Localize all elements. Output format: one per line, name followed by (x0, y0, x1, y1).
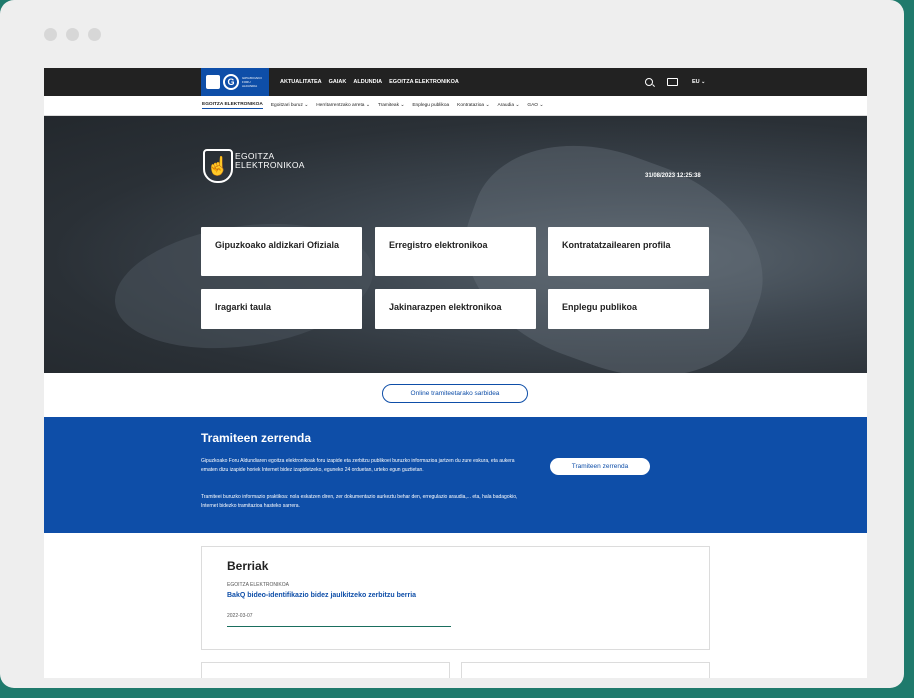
news-title: Berriak (227, 559, 269, 573)
window-dot-minimize[interactable] (66, 28, 79, 41)
g-logo-icon: G (223, 74, 239, 90)
chevron-down-icon: ⌄ (399, 103, 405, 108)
card-erregistro[interactable]: Erregistro elektronikoa (375, 227, 536, 276)
subnav-item[interactable]: GAO ⌄ (527, 103, 543, 108)
subnav-item-label: EGOITZA ELEKTRONIKOA (202, 102, 263, 107)
subnav-item[interactable]: EGOITZA ELEKTRONIKOA (202, 102, 263, 109)
subnav-item-label: Enplegu publikoa (412, 103, 450, 108)
main-nav: AKTUALITATEA GAIAK ALDUNDIA EGOITZA ELEK… (280, 68, 459, 96)
subnav-item[interactable]: Tramiteak ⌄ (378, 103, 405, 108)
online-access-button[interactable]: Online tramiteetarako sarbidea (382, 384, 528, 403)
content-card (461, 662, 710, 678)
chevron-down-icon: ⌄ (514, 103, 520, 108)
subnav-item-label: GAO (527, 103, 539, 108)
search-icon[interactable] (645, 78, 653, 86)
subnav-item-label: Kontratazioa (457, 103, 485, 108)
nav-item-aktualitatea[interactable]: AKTUALITATEA (280, 79, 322, 85)
subnav-item[interactable]: Enplegu publikoa (412, 103, 449, 108)
sub-nav-items: EGOITZA ELEKTRONIKOA Egoitzari buruz ⌄ Her… (202, 96, 543, 115)
subnav-item-label: Herritarrentzako arreta (316, 103, 365, 108)
section-paragraph: Tramiteei buruzko informazio praktikoa: … (201, 494, 518, 509)
datetime-display: 31/08/2023 12:25:38 (645, 173, 701, 179)
subnav-item[interactable]: Egoitzari buruz ⌄ (271, 103, 308, 108)
page-viewport: G GIPUZKOAKO FORU ALDUNDIA AKTUALITATEA … (44, 68, 867, 678)
hero-title-line2: ELEKTRONIKOA (235, 160, 305, 170)
nav-item-aldundia[interactable]: ALDUNDIA (353, 79, 382, 85)
chevron-down-icon: ⌄ (538, 103, 544, 108)
nav-item-gaiak[interactable]: GAIAK (329, 79, 347, 85)
chevron-down-icon: ⌄ (364, 103, 370, 108)
section-title: Tramiteen zerrenda (201, 431, 312, 445)
logo-text: GIPUZKOAKO FORU ALDUNDIA (242, 76, 262, 88)
chevron-down-icon: ⌄ (484, 103, 490, 108)
subnav-item[interactable]: Araudia ⌄ (497, 103, 519, 108)
top-header: G GIPUZKOAKO FORU ALDUNDIA AKTUALITATEA … (44, 68, 867, 96)
window-dot-maximize[interactable] (88, 28, 101, 41)
card-enplegu[interactable]: Enplegu publikoa (548, 289, 709, 329)
tramiteen-button[interactable]: Tramiteen zerrenda (550, 458, 650, 475)
subnav-item-label: Araudia (497, 103, 515, 108)
browser-window: G GIPUZKOAKO FORU ALDUNDIA AKTUALITATEA … (0, 0, 904, 688)
card-jakinarazpen[interactable]: Jakinarazpen elektronikoa (375, 289, 536, 329)
card-iragarki[interactable]: Iragarki taula (201, 289, 362, 329)
nav-item-egoitza[interactable]: EGOITZA ELEKTRONIKOA (389, 79, 459, 85)
hand-touch-icon: ☝ (203, 149, 233, 183)
news-category: EGOITZA ELEKTRONIKOA (227, 582, 289, 588)
divider (227, 626, 451, 627)
egoitza-logo: ☝ EGOITZA ELEKTRONIKOA (203, 149, 305, 183)
language-label: EU (692, 79, 700, 85)
news-headline-link[interactable]: BakQ bideo-identifikazio bidez jaulkitze… (227, 591, 442, 600)
subnav-item-label: Egoitzari buruz (270, 103, 303, 108)
shield-icon (206, 75, 220, 89)
section-paragraph: Gipuzkoako Foru Aldundiaren egoitza elek… (201, 458, 515, 473)
hero-section: ☝ EGOITZA ELEKTRONIKOA 31/08/2023 12:25:… (44, 116, 867, 373)
chevron-down-icon: ⌄ (701, 79, 706, 85)
card-aldizkari[interactable]: Gipuzkoako aldizkari Ofiziala (201, 227, 362, 276)
language-selector[interactable]: EU ⌄ (692, 79, 705, 85)
news-panel: Berriak EGOITZA ELEKTRONIKOA BakQ bideo-… (201, 546, 710, 650)
subnav-item-label: Tramiteak (377, 103, 399, 108)
tramiteen-section: Tramiteen zerrenda Gipuzkoako Foru Aldun… (44, 417, 867, 533)
hero-title: EGOITZA ELEKTRONIKOA (235, 152, 305, 170)
content-card (201, 662, 450, 678)
subnav-item[interactable]: Kontratazioa ⌄ (457, 103, 489, 108)
window-dot-close[interactable] (44, 28, 57, 41)
subnav-item[interactable]: Herritarrentzako arreta ⌄ (316, 103, 370, 108)
window-controls (44, 28, 101, 41)
header-tools: EU ⌄ (645, 68, 705, 96)
card-kontratatzailea[interactable]: Kontratatzailearen profila (548, 227, 709, 276)
chat-icon[interactable] (667, 78, 678, 86)
site-logo[interactable]: G GIPUZKOAKO FORU ALDUNDIA (201, 68, 269, 96)
news-date: 2022-03-07 (227, 613, 253, 619)
sub-nav: EGOITZA ELEKTRONIKOA Egoitzari buruz ⌄ Her… (44, 96, 867, 116)
chevron-down-icon: ⌄ (302, 103, 309, 108)
